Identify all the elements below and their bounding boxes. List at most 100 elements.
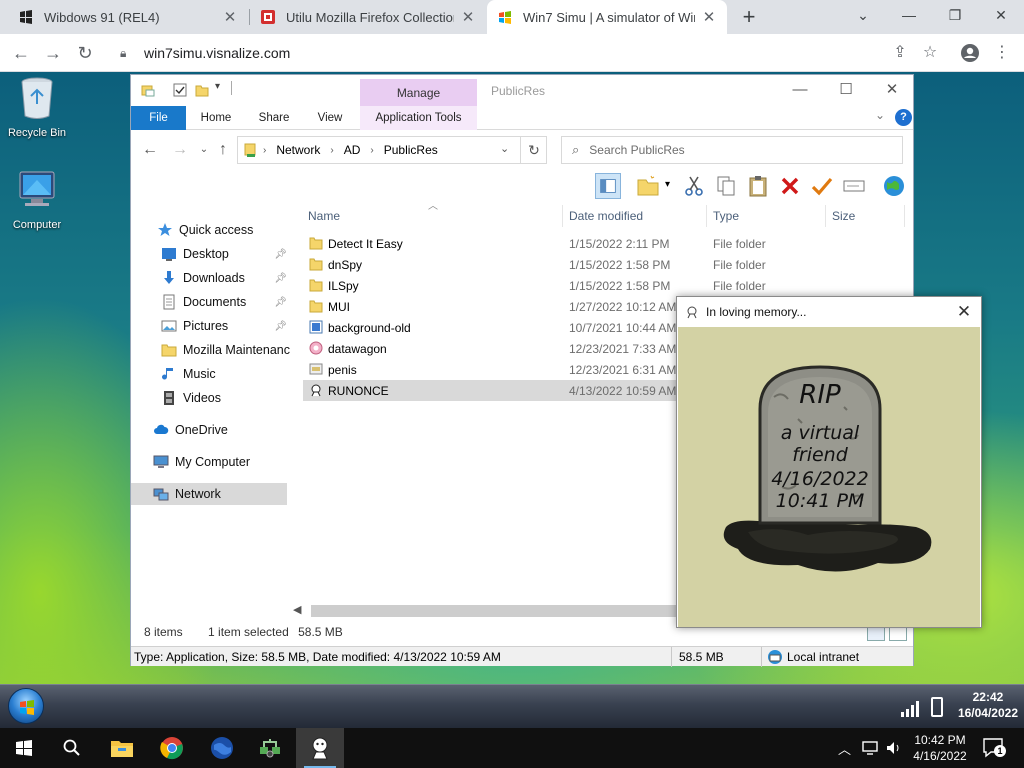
tab-win7simu[interactable]: Win7 Simu | A simulator of Wind ✕: [487, 0, 727, 34]
close-icon[interactable]: ✕: [951, 299, 977, 325]
win7-clock[interactable]: 22:42 16/04/2022: [958, 689, 1018, 721]
search-input[interactable]: ⌕ Search PublicRes: [561, 136, 903, 164]
breadcrumb-publicres[interactable]: PublicRes: [384, 143, 438, 157]
back-arrow-icon[interactable]: ←: [6, 38, 36, 68]
refresh-icon[interactable]: ↻: [520, 136, 547, 164]
table-row[interactable]: ILSpy 1/15/2022 1:58 PM File folder: [303, 275, 903, 296]
table-row[interactable]: Detect It Easy 1/15/2022 2:11 PM File fo…: [303, 233, 903, 254]
new-tab-button[interactable]: +: [736, 4, 762, 30]
kebab-menu-icon[interactable]: ⋮: [988, 38, 1016, 68]
preview-pane-icon[interactable]: [595, 173, 621, 199]
restore-icon[interactable]: ❐: [932, 0, 978, 30]
signal-strength-icon[interactable]: [900, 699, 922, 717]
share-icon[interactable]: ⇪: [886, 38, 914, 68]
breadcrumb[interactable]: › Network › AD › PublicRes ⌄: [237, 136, 547, 164]
table-row[interactable]: dnSpy 1/15/2022 1:58 PM File folder: [303, 254, 903, 275]
start-orb-button[interactable]: [8, 688, 44, 724]
battery-icon[interactable]: [931, 697, 943, 717]
star-icon[interactable]: ☆: [916, 38, 944, 68]
close-tab-icon[interactable]: ✕: [701, 8, 717, 26]
start-button[interactable]: [0, 728, 48, 768]
paste-clipboard-icon[interactable]: [745, 173, 771, 199]
pin-icon[interactable]: 📌︎: [274, 273, 287, 284]
forward-arrow-icon[interactable]: →: [38, 38, 68, 68]
globe-icon[interactable]: [881, 173, 907, 199]
runonce-taskbar-icon[interactable]: [296, 728, 344, 768]
notification-center-icon[interactable]: 1: [982, 736, 1006, 758]
nav-item-quick-access[interactable]: Quick access: [131, 219, 291, 241]
nav-item-music[interactable]: Music: [131, 363, 291, 385]
nav-item-documents[interactable]: Documents 📌︎: [131, 291, 291, 313]
search-icon[interactable]: [48, 728, 96, 768]
tab-application-tools[interactable]: Application Tools: [360, 106, 477, 130]
new-folder-icon[interactable]: [635, 173, 661, 199]
breadcrumb-network[interactable]: Network: [276, 143, 320, 157]
globe-browser-taskbar-icon[interactable]: [198, 728, 246, 768]
scrollbar-thumb[interactable]: [311, 605, 676, 617]
chevron-down-icon[interactable]: ▾: [665, 179, 670, 190]
check-mark-icon[interactable]: [809, 173, 835, 199]
volume-icon[interactable]: [886, 728, 902, 768]
new-folder-icon[interactable]: [195, 83, 209, 97]
tab-view[interactable]: View: [305, 106, 355, 130]
nav-item-network[interactable]: Network: [131, 483, 287, 505]
checkbox-icon[interactable]: [173, 83, 187, 97]
chevron-down-icon[interactable]: ⌄: [875, 108, 885, 122]
table-row-selected[interactable]: RUNONCE 4/13/2022 10:59 AM: [303, 380, 687, 401]
address-bar[interactable]: 🔒︎ win7simu.visnalize.com: [108, 39, 948, 67]
pin-icon[interactable]: 📌︎: [274, 321, 287, 332]
tab-manage[interactable]: Manage: [360, 79, 477, 107]
scroll-left-icon[interactable]: ◀: [293, 603, 301, 616]
show-hidden-icons[interactable]: ︿: [838, 728, 851, 768]
dialog-titlebar[interactable]: In loving memory...: [677, 297, 981, 327]
rename-field-icon[interactable]: [841, 173, 867, 199]
chevron-down-icon[interactable]: ⌄: [500, 142, 509, 155]
column-header-size[interactable]: Size: [827, 205, 905, 227]
nav-item-mozilla-maintenance[interactable]: Mozilla Maintenanc: [131, 339, 291, 361]
back-arrow-icon[interactable]: ←: [139, 139, 161, 161]
help-icon[interactable]: ?: [895, 109, 912, 126]
tab-home[interactable]: Home: [191, 106, 241, 130]
nav-item-downloads[interactable]: Downloads 📌︎: [131, 267, 291, 289]
nav-item-onedrive[interactable]: OneDrive: [131, 419, 291, 441]
maximize-icon[interactable]: ☐: [823, 77, 869, 103]
customize-qa-icon[interactable]: ▾: [215, 81, 220, 92]
chrome-taskbar-icon[interactable]: [148, 728, 196, 768]
nav-item-pictures[interactable]: Pictures 📌︎: [131, 315, 291, 337]
horizontal-scrollbar[interactable]: ◀: [291, 603, 676, 619]
close-window-icon[interactable]: ✕: [869, 77, 915, 103]
close-tab-icon[interactable]: ✕: [222, 8, 238, 26]
minimize-icon[interactable]: —: [886, 0, 932, 30]
nav-item-my-computer[interactable]: My Computer: [131, 451, 291, 473]
host-clock[interactable]: 10:42 PM 4/16/2022: [905, 732, 975, 764]
delete-x-icon[interactable]: [777, 173, 803, 199]
minimize-icon[interactable]: —: [777, 77, 823, 103]
column-header-name[interactable]: Name: [303, 205, 563, 227]
reload-icon[interactable]: ↻: [70, 38, 100, 68]
copy-icon[interactable]: [713, 173, 739, 199]
network-status-icon[interactable]: [862, 728, 880, 768]
profile-icon[interactable]: [956, 38, 984, 68]
tab-file[interactable]: File: [131, 106, 186, 130]
tab-share[interactable]: Share: [249, 106, 299, 130]
folder-properties-icon[interactable]: [141, 83, 155, 97]
pin-icon[interactable]: 📌︎: [274, 297, 287, 308]
pin-icon[interactable]: 📌︎: [274, 249, 287, 260]
tab-wibdows[interactable]: Wibdows 91 (REL4) ✕: [8, 0, 248, 34]
nav-item-videos[interactable]: Videos: [131, 387, 291, 409]
file-explorer-taskbar-icon[interactable]: [98, 728, 146, 768]
nav-item-desktop[interactable]: Desktop 📌︎: [131, 243, 291, 265]
network-tool-taskbar-icon[interactable]: [246, 728, 294, 768]
close-tab-icon[interactable]: ✕: [460, 8, 476, 26]
tab-utilu[interactable]: Utilu Mozilla Firefox Collection - ✕: [250, 0, 486, 34]
cut-scissors-icon[interactable]: [681, 173, 707, 199]
close-window-icon[interactable]: ✕: [978, 0, 1024, 30]
breadcrumb-ad[interactable]: AD: [344, 143, 361, 157]
column-header-type[interactable]: Type: [708, 205, 826, 227]
column-header-date-modified[interactable]: Date modified: [564, 205, 707, 227]
up-arrow-icon[interactable]: ↑: [212, 139, 234, 161]
forward-arrow-icon[interactable]: →: [169, 139, 191, 161]
chevron-down-icon[interactable]: ⌄: [840, 0, 886, 30]
desktop-icon-computer[interactable]: Computer: [0, 168, 74, 231]
desktop-icon-recycle-bin[interactable]: Recycle Bin: [0, 76, 74, 139]
